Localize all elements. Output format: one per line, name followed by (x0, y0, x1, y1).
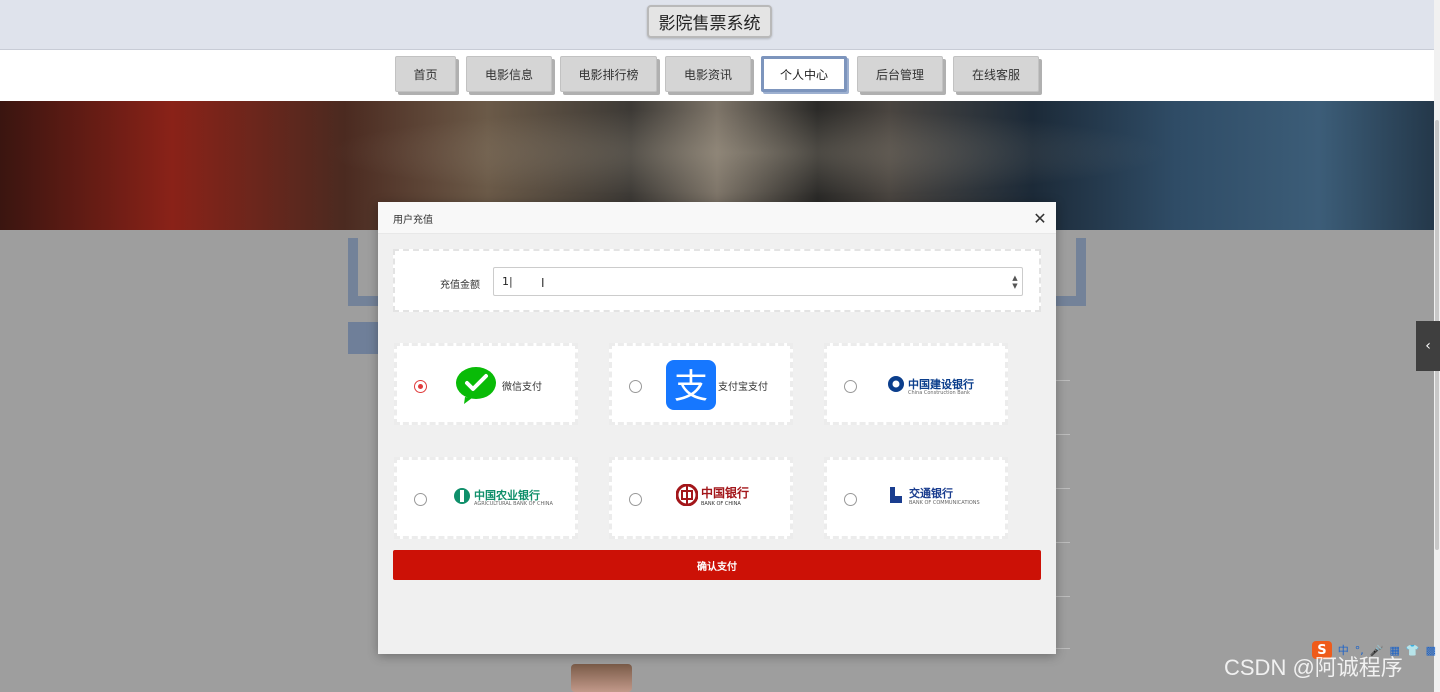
payment-option-abc[interactable]: 中国农业银行 AGRICULTURAL BANK OF CHINA (394, 457, 578, 539)
bank-name-boc: 中国银行 (701, 486, 750, 500)
side-toggle-button[interactable]: ‹ (1416, 321, 1440, 371)
payment-option-wechat[interactable]: 微信支付 (394, 343, 578, 425)
abc-logo (454, 488, 470, 504)
movie-thumbnail[interactable] (571, 664, 632, 692)
payment-label-alipay: 支付宝支付 (718, 382, 768, 393)
divider (1056, 380, 1070, 381)
radio-boc[interactable] (629, 493, 642, 506)
site-title: 影院售票系统 (647, 5, 772, 38)
divider (1056, 596, 1070, 597)
bank-subname-abc: AGRICULTURAL BANK OF CHINA (474, 501, 553, 507)
header-bar: 影院售票系统 (0, 0, 1434, 50)
ime-toolbox-icon[interactable]: ▩ (1426, 644, 1436, 657)
amount-value: 1 (502, 275, 509, 288)
payment-option-ccb[interactable]: 中国建设银行 China Construction Bank (824, 343, 1008, 425)
amount-label: 充值金额 (440, 280, 480, 291)
bank-name-bocom: 交通银行 (909, 487, 953, 500)
radio-abc[interactable] (414, 493, 427, 506)
chevron-left-icon: ‹ (1425, 338, 1431, 354)
ccb-logo (888, 376, 904, 392)
payment-label-wechat: 微信支付 (502, 382, 542, 393)
bank-subname-bocom: BANK OF COMMUNICATIONS (909, 500, 980, 506)
divider (1056, 648, 1070, 649)
nav-item-personal-center[interactable]: 个人中心 (761, 56, 847, 92)
nav-item-ranking[interactable]: 电影排行榜 (560, 56, 657, 92)
recharge-dialog: 用户充值 ✕ 充值金额 1 | ▲ ▼ I 微信支付 支 支付宝支付 中国建设银行 (378, 202, 1056, 654)
nav-item-support[interactable]: 在线客服 (953, 56, 1039, 92)
radio-bocom[interactable] (844, 493, 857, 506)
divider (1056, 488, 1070, 489)
dialog-title: 用户充值 (393, 215, 433, 226)
confirm-payment-button[interactable]: 确认支付 (393, 550, 1041, 580)
nav-item-home[interactable]: 首页 (395, 56, 456, 92)
amount-input[interactable]: 1 | ▲ ▼ (493, 267, 1023, 296)
text-cursor-icon: I (541, 276, 545, 290)
nav-item-movies[interactable]: 电影信息 (466, 56, 552, 92)
bocom-logo (890, 487, 902, 503)
radio-wechat[interactable] (414, 380, 427, 393)
wechat-pay-icon (456, 367, 496, 404)
boc-logo (676, 484, 698, 506)
radio-alipay[interactable] (629, 380, 642, 393)
divider (1056, 434, 1070, 435)
payment-option-bocom[interactable]: 交通银行 BANK OF COMMUNICATIONS (824, 457, 1008, 539)
payment-option-alipay[interactable]: 支 支付宝支付 (609, 343, 793, 425)
divider (1056, 542, 1070, 543)
bank-subname-ccb: China Construction Bank (908, 390, 970, 396)
bank-subname-boc: BANK OF CHINA (701, 501, 741, 507)
nav-item-news[interactable]: 电影资讯 (665, 56, 751, 92)
alipay-icon: 支 (666, 360, 716, 410)
nav-item-admin[interactable]: 后台管理 (857, 56, 943, 92)
watermark: CSDN @阿诚程序 (1224, 655, 1403, 680)
svg-text:支: 支 (674, 367, 708, 407)
radio-ccb[interactable] (844, 380, 857, 393)
number-stepper-icon[interactable]: ▲ ▼ (1010, 274, 1020, 290)
payment-option-boc[interactable]: 中国银行 BANK OF CHINA (609, 457, 793, 539)
dialog-header: 用户充值 ✕ (378, 202, 1056, 234)
close-icon[interactable]: ✕ (1030, 208, 1050, 228)
main-nav: 首页 电影信息 电影排行榜 电影资讯 个人中心 后台管理 在线客服 (0, 50, 1434, 101)
background-marker (348, 322, 380, 354)
ime-skin-icon[interactable]: 👕 (1406, 644, 1420, 657)
